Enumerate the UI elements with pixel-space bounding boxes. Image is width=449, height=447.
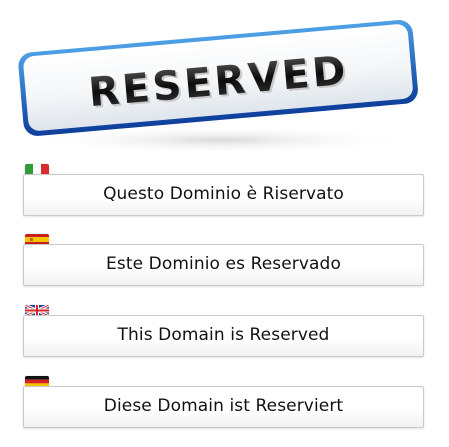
notice-italian: Questo Dominio è Riservato [23, 164, 424, 226]
notice-box: Diese Domain ist Reserviert [23, 386, 424, 428]
reserved-banner: RESERVED RESERVED [0, 0, 449, 160]
reserved-sign-graphic: RESERVED RESERVED [18, 20, 418, 154]
notice-text: Questo Dominio è Riservato [103, 183, 344, 204]
notice-german: Diese Domain ist Reserviert [23, 376, 424, 438]
notice-text: Este Dominio es Reservado [106, 253, 341, 274]
notice-text: This Domain is Reserved [117, 324, 330, 345]
notice-spanish: Este Dominio es Reservado [23, 234, 424, 296]
notice-box: This Domain is Reserved [23, 315, 424, 357]
notice-text: Diese Domain ist Reserviert [103, 395, 344, 416]
notice-english: This Domain is Reserved [23, 305, 424, 367]
notice-box: Este Dominio es Reservado [23, 244, 424, 286]
notice-box: Questo Dominio è Riservato [23, 174, 424, 216]
